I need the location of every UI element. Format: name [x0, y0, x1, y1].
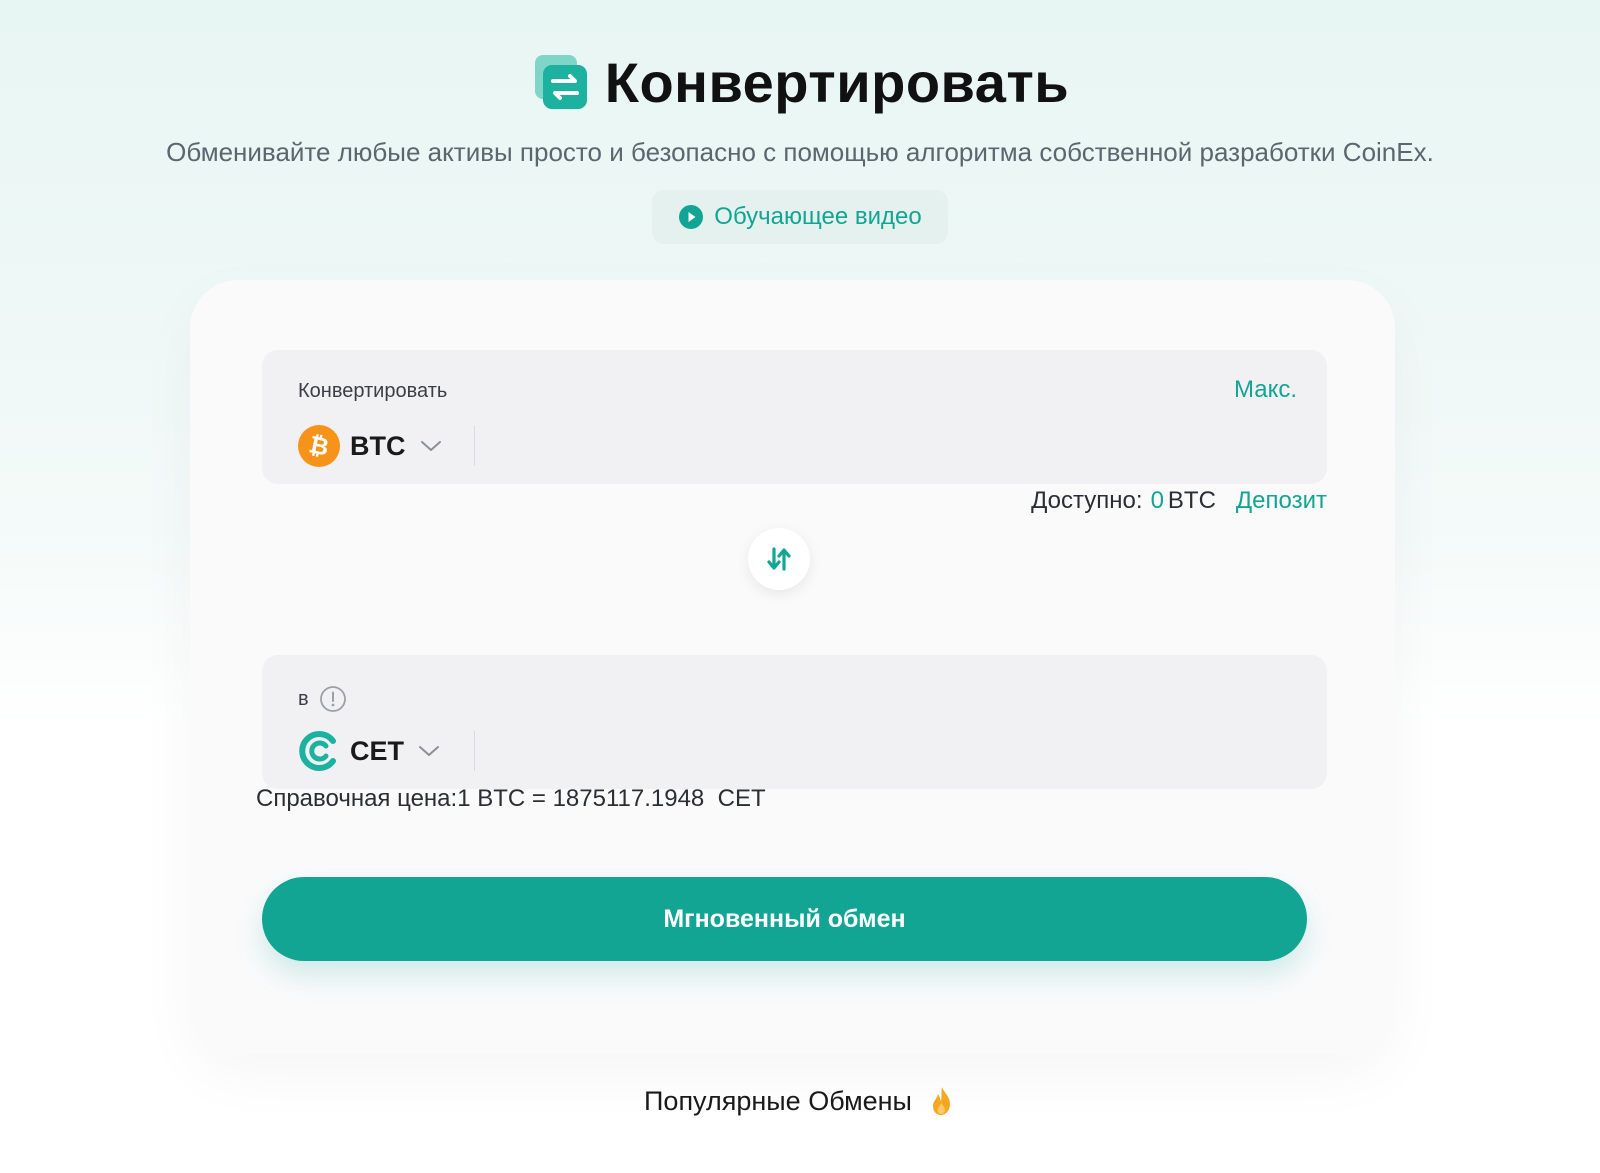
tutorial-video-label: Обучающее видео	[714, 203, 922, 230]
from-coin-select[interactable]: ₿ BTC	[298, 424, 442, 468]
available-unit: BTC	[1167, 487, 1216, 514]
play-icon	[679, 205, 704, 229]
instant-exchange-button[interactable]: Мгновенный обмен	[262, 877, 1307, 961]
reference-price-quote: CET	[717, 785, 766, 812]
reference-price-label: Справочная цена:	[256, 785, 458, 812]
popular-exchanges-heading: Популярные Обмены	[0, 1085, 1600, 1117]
page-header: Конвертировать Обменивайте любые активы …	[0, 50, 1600, 244]
reference-price: Справочная цена:1 BTC = 1875117.1948 CET	[256, 785, 766, 813]
from-label: Конвертировать	[298, 380, 448, 402]
fire-icon	[932, 1087, 950, 1115]
to-label: в	[298, 687, 309, 710]
info-icon[interactable]	[319, 685, 347, 713]
to-coin-select[interactable]: CET	[298, 729, 440, 773]
bitcoin-icon: ₿	[298, 425, 340, 467]
convert-logo-icon	[534, 54, 587, 109]
available-balance: Доступно: 0 BTC Депозит	[1031, 487, 1327, 515]
swap-arrows-icon	[767, 547, 791, 571]
to-divider	[474, 731, 475, 771]
convert-card: Конвертировать Макс. ₿ BTC Доступно: 0 B…	[190, 280, 1395, 1055]
chevron-down-icon	[420, 441, 441, 451]
to-panel: в CET	[262, 655, 1327, 789]
available-label: Доступно:	[1031, 487, 1143, 514]
from-coin-name: BTC	[350, 430, 406, 461]
max-button[interactable]: Макс.	[1234, 376, 1297, 404]
reference-price-base: 1 BTC	[457, 785, 526, 812]
page-subtitle: Обменивайте любые активы просто и безопа…	[166, 137, 1434, 167]
from-panel: Конвертировать Макс. ₿ BTC	[262, 350, 1327, 484]
coinex-icon	[299, 731, 336, 771]
reference-price-value: 1875117.1948	[552, 785, 705, 812]
available-value: 0	[1150, 487, 1164, 514]
reference-price-equals: =	[531, 785, 546, 812]
popular-exchanges-label: Популярные Обмены	[644, 1085, 912, 1116]
deposit-link[interactable]: Депозит	[1236, 487, 1327, 515]
to-label-row: в	[298, 685, 347, 713]
from-amount-input[interactable]	[486, 420, 1286, 470]
to-amount-input[interactable]	[486, 725, 1286, 775]
title-row: Конвертировать	[531, 50, 1069, 115]
chevron-down-icon	[419, 746, 439, 756]
page-title: Конвертировать	[604, 51, 1070, 114]
tutorial-video-button[interactable]: Обучающее видео	[652, 190, 948, 244]
from-divider	[474, 426, 475, 466]
swap-direction-button[interactable]	[748, 528, 810, 590]
to-coin-name: CET	[350, 735, 404, 766]
